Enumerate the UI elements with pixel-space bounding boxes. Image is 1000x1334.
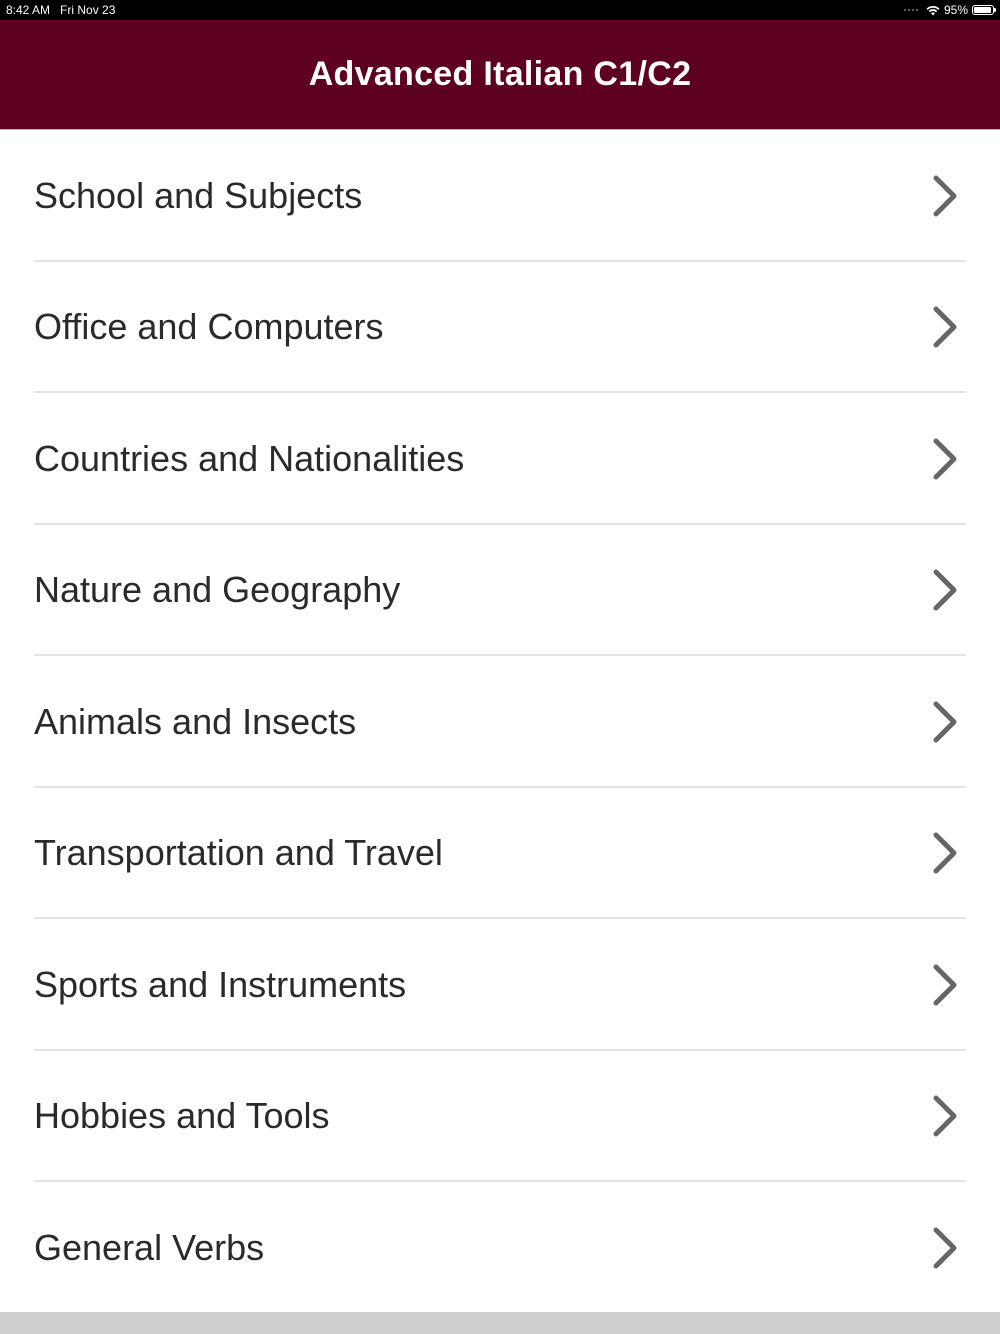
chevron-right-icon <box>933 175 957 217</box>
chevron-right-icon <box>933 832 957 874</box>
list-item-label: Transportation and Travel <box>34 832 443 874</box>
battery-percent: 95% <box>943 3 968 17</box>
list-item-label: Nature and Geography <box>34 569 401 611</box>
page-title: Advanced Italian C1/C2 <box>308 55 692 93</box>
list-item-label: Countries and Nationalities <box>34 437 465 479</box>
chevron-right-icon <box>933 569 957 611</box>
list-item-transportation-and-travel[interactable]: Transportation and Travel <box>0 788 1000 920</box>
wifi-icon <box>926 5 940 15</box>
list-item-label: Hobbies and Tools <box>34 1095 330 1137</box>
chevron-right-icon <box>933 1227 957 1269</box>
list-item-animals-and-insects[interactable]: Animals and Insects <box>0 656 1000 788</box>
bottom-bar <box>0 1312 1000 1334</box>
list-item-school-and-subjects[interactable]: School and Subjects <box>0 130 1000 262</box>
status-bar: 8:42 AM Fri Nov 23 95% <box>0 0 1000 20</box>
list-item-office-and-computers[interactable]: Office and Computers <box>0 262 1000 394</box>
list-item-general-verbs[interactable]: General Verbs <box>0 1182 1000 1314</box>
list-item-sports-and-instruments[interactable]: Sports and Instruments <box>0 919 1000 1051</box>
list-item-label: Animals and Insects <box>34 700 357 742</box>
status-date: Fri Nov 23 <box>60 3 116 17</box>
list-item-countries-and-nationalities[interactable]: Countries and Nationalities <box>0 393 1000 525</box>
category-list: School and Subjects Office and Computers C… <box>0 130 1000 1314</box>
chevron-right-icon <box>933 1095 957 1137</box>
list-item-label: Office and Computers <box>34 306 384 348</box>
battery-icon <box>972 5 996 15</box>
cellular-signal-icon <box>903 9 920 11</box>
status-time: 8:42 AM <box>6 3 51 17</box>
chevron-right-icon <box>933 964 957 1006</box>
list-item-label: Sports and Instruments <box>34 963 407 1005</box>
list-item-hobbies-and-tools[interactable]: Hobbies and Tools <box>0 1051 1000 1183</box>
chevron-right-icon <box>933 701 957 743</box>
navigation-bar: Advanced Italian C1/C2 <box>0 20 1000 130</box>
chevron-right-icon <box>933 306 957 348</box>
list-item-label: School and Subjects <box>34 174 363 216</box>
list-item-label: General Verbs <box>34 1226 265 1268</box>
list-item-nature-and-geography[interactable]: Nature and Geography <box>0 525 1000 657</box>
chevron-right-icon <box>933 438 957 480</box>
